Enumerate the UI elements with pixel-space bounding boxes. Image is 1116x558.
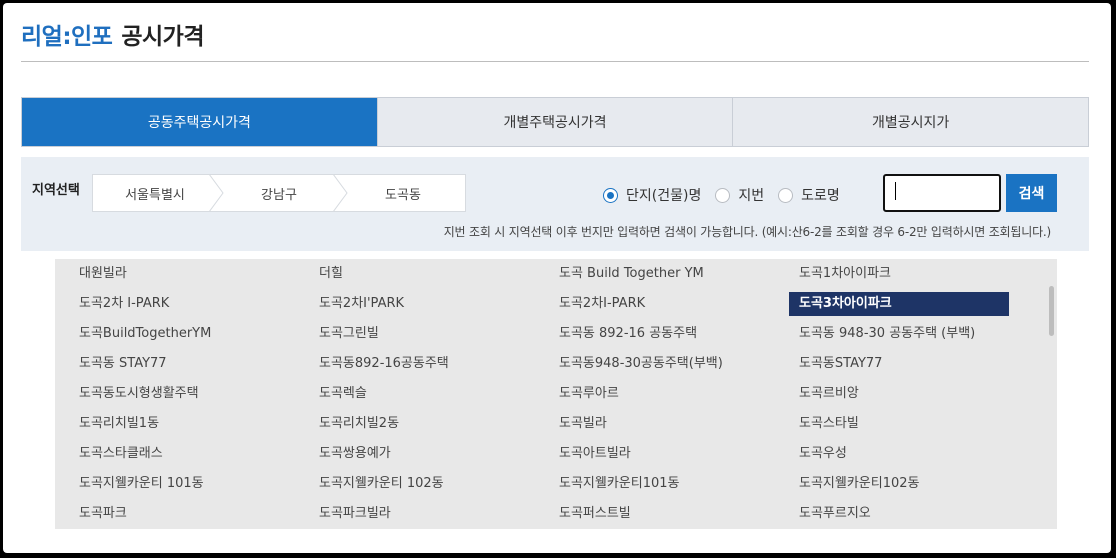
chevron-right-icon [333, 174, 348, 212]
radio-selected-icon [603, 187, 618, 203]
result-item[interactable]: 도곡동 892-16 공동주택 [549, 322, 769, 346]
result-item[interactable]: 도곡푸르지오 [789, 502, 1009, 526]
result-item[interactable]: 도곡우성 [789, 442, 1009, 466]
result-item[interactable]: 도곡동 948-30 공동주택 (부백) [789, 322, 1009, 346]
result-item[interactable]: 도곡동도시형생활주택 [69, 382, 289, 406]
result-item[interactable]: 도곡동STAY77 [789, 352, 1009, 376]
result-item[interactable]: 도곡파크 [69, 502, 289, 526]
result-item[interactable]: 도곡스타클래스 [69, 442, 289, 466]
app-window: 리얼:인포 공시가격 공동주택공시가격 개별주택공시가격 개별공시지가 지역선택… [3, 3, 1111, 553]
result-item[interactable]: 도곡3차아이파크 [789, 292, 1009, 316]
result-item[interactable]: 도곡스타빌 [789, 412, 1009, 436]
chevron-right-icon [209, 174, 224, 212]
tab-land-price[interactable]: 개별공시지가 [732, 98, 1089, 146]
result-item[interactable]: 도곡지웰카운티102동 [789, 472, 1009, 496]
result-row: 도곡BuildTogetherYM 도곡그린빌 도곡동 892-16 공동주택 도곡동… [55, 319, 1045, 349]
header-divider [21, 61, 1089, 62]
result-row: 도곡지웰카운티 101동 도곡지웰카운티 102동 도곡지웰카운티101동 도곡지웰카… [55, 469, 1045, 499]
region-city[interactable]: 서울특별시 [93, 174, 224, 212]
search-type-options: 단지(건물)명 지번 도로명 [603, 185, 854, 205]
result-item[interactable]: 도곡동948-30공동주택(부백) [549, 352, 769, 376]
page-title: 공시가격 [121, 24, 204, 50]
result-item[interactable]: 도곡동 STAY77 [69, 352, 289, 376]
result-item[interactable]: 도곡 Build Together YM [549, 262, 769, 286]
region-district-label: 강남구 [261, 187, 297, 203]
result-item[interactable]: 도곡지웰카운티 102동 [309, 472, 529, 496]
region-dong[interactable]: 도곡동 [341, 175, 465, 211]
radio-unselected-icon [778, 187, 794, 203]
result-item[interactable]: 도곡리치빌1동 [69, 412, 289, 436]
radio-lot-number-label: 지번 [738, 188, 765, 204]
result-item[interactable]: 도곡지웰카운티101동 [549, 472, 769, 496]
region-district[interactable]: 강남구 [217, 174, 348, 212]
result-row: 대원빌라 더힐 도곡 Build Together YM 도곡1차아이파크 [55, 259, 1045, 289]
result-item[interactable]: 대원빌라 [69, 262, 289, 286]
brand-logo[interactable]: 리얼:인포 [21, 17, 113, 51]
result-item[interactable]: 도곡퍼스트빌 [549, 502, 769, 526]
result-item[interactable]: 도곡2차I-PARK [549, 292, 769, 316]
result-item[interactable]: 도곡르비앙 [789, 382, 1009, 406]
result-item[interactable]: 도곡파크빌라 [309, 502, 529, 526]
result-item[interactable]: 도곡쌍용예가 [309, 442, 529, 466]
result-row: 도곡리치빌1동 도곡리치빌2동 도곡빌라 도곡스타빌 [55, 409, 1045, 439]
result-item[interactable]: 도곡BuildTogetherYM [69, 322, 289, 346]
result-item[interactable]: 도곡리치빌2동 [309, 412, 529, 436]
region-city-label: 서울특별시 [125, 187, 185, 203]
search-panel: 지역선택 서울특별시 강남구 도곡동 단지(건물)명 지번 도로명 검색 지번 … [21, 157, 1089, 251]
tab-apartment-price[interactable]: 공동주택공시가격 [22, 98, 377, 146]
radio-complex-name-label: 단지(건물)명 [626, 188, 702, 204]
result-row: 도곡파크 도곡파크빌라 도곡퍼스트빌 도곡푸르지오 [55, 499, 1045, 529]
result-row: 도곡동도시형생활주택 도곡렉슬 도곡루아르 도곡르비앙 [55, 379, 1045, 409]
region-dong-label: 도곡동 [385, 187, 421, 203]
tab-house-price[interactable]: 개별주택공시가격 [376, 98, 733, 146]
search-button[interactable]: 검색 [1006, 174, 1057, 212]
result-item[interactable]: 도곡아트빌라 [549, 442, 769, 466]
result-item[interactable]: 도곡1차아이파크 [789, 262, 1009, 286]
radio-complex-name[interactable]: 단지(건물)명 [603, 185, 701, 205]
results-list: 대원빌라 더힐 도곡 Build Together YM 도곡1차아이파크도곡2차 I… [55, 259, 1057, 529]
radio-road-name[interactable]: 도로명 [778, 185, 840, 205]
radio-unselected-icon [715, 187, 731, 203]
result-row: 도곡2차 I-PARK 도곡2차I'PARK 도곡2차I-PARK 도곡3차아이파크 [55, 289, 1045, 319]
tab-bar: 공동주택공시가격 개별주택공시가격 개별공시지가 [21, 97, 1089, 147]
radio-lot-number[interactable]: 지번 [715, 185, 764, 205]
result-item[interactable]: 도곡동892-16공동주택 [309, 352, 529, 376]
result-item[interactable]: 도곡지웰카운티 101동 [69, 472, 289, 496]
result-item[interactable]: 더힐 [309, 262, 529, 286]
region-label: 지역선택 [32, 183, 80, 198]
result-row: 도곡동 STAY77 도곡동892-16공동주택 도곡동948-30공동주택(부백)… [55, 349, 1045, 379]
search-hint: 지번 조회 시 지역선택 이후 번지만 입력하면 검색이 가능합니다. (예시:… [443, 225, 1051, 239]
result-item[interactable]: 도곡2차 I-PARK [69, 292, 289, 316]
result-row: 도곡스타클래스 도곡쌍용예가 도곡아트빌라 도곡우성 [55, 439, 1045, 469]
search-input[interactable] [883, 174, 1001, 212]
results-scrollbar[interactable] [1047, 259, 1057, 529]
result-item[interactable]: 도곡2차I'PARK [309, 292, 529, 316]
result-item[interactable]: 도곡빌라 [549, 412, 769, 436]
result-item[interactable]: 도곡그린빌 [309, 322, 529, 346]
result-item[interactable]: 도곡루아르 [549, 382, 769, 406]
region-breadcrumb: 서울특별시 강남구 도곡동 [92, 174, 466, 212]
scrollbar-thumb[interactable] [1049, 286, 1054, 336]
header: 리얼:인포 공시가격 [21, 17, 204, 51]
result-item[interactable]: 도곡렉슬 [309, 382, 529, 406]
radio-road-name-label: 도로명 [801, 188, 840, 204]
